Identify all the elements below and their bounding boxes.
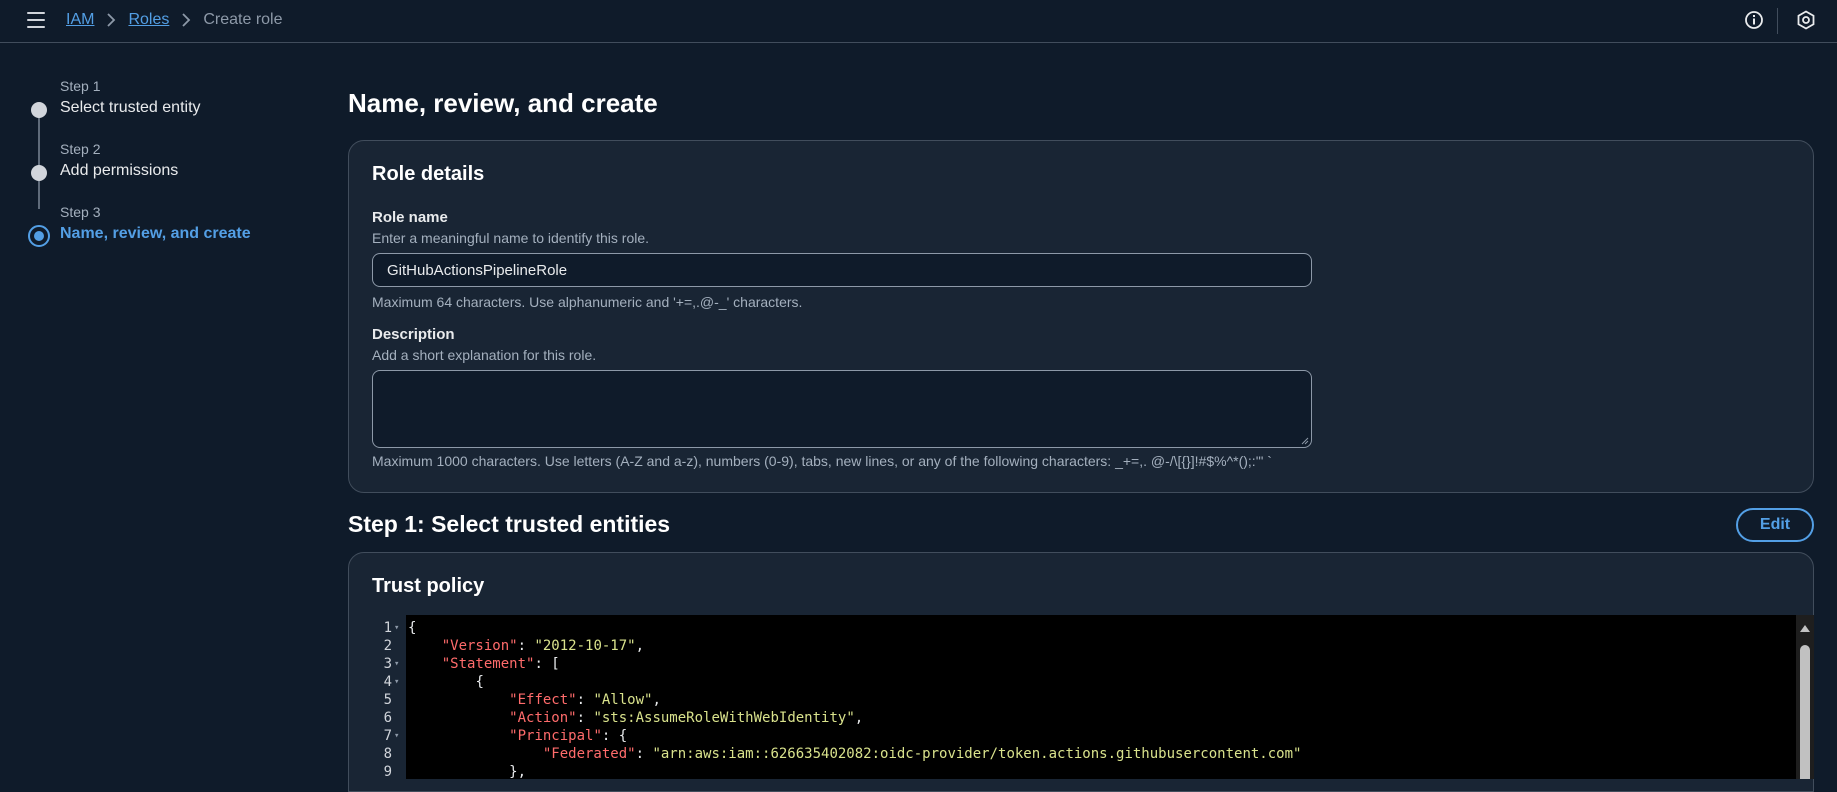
description-help: Add a short explanation for this role. xyxy=(372,347,597,363)
chevron-right-icon xyxy=(181,13,191,27)
page-title: Name, review, and create xyxy=(348,88,658,118)
role-name-input[interactable] xyxy=(372,253,1312,287)
scrollbar-thumb[interactable] xyxy=(1800,645,1810,779)
line-number: 8 xyxy=(383,746,392,762)
description-textarea[interactable] xyxy=(372,370,1312,448)
code-text: "Federated": "arn:aws:iam::626635402082:… xyxy=(542,746,1302,762)
line-number: 1 xyxy=(383,620,392,636)
code-text: "Version": "2012-10-17", xyxy=(441,638,645,654)
description-field-wrapper xyxy=(372,370,1312,448)
step-title: Add permissions xyxy=(60,162,179,179)
role-name-constraint: Maximum 64 characters. Use alphanumeric … xyxy=(372,294,803,310)
step-title: Name, review, and create xyxy=(60,225,251,242)
scroll-up-arrow-icon[interactable] xyxy=(1800,625,1810,632)
trust-policy-panel: Trust policy 1 ▾{2 "Version": "2012-10-17… xyxy=(348,552,1814,792)
step-number: Step 2 xyxy=(60,141,101,157)
fold-arrow-icon[interactable]: ▾ xyxy=(394,727,399,745)
line-number: 2 xyxy=(383,638,392,654)
step-number: Step 1 xyxy=(60,78,101,94)
fold-arrow-icon[interactable]: ▾ xyxy=(394,655,399,673)
info-icon[interactable] xyxy=(1744,10,1764,30)
breadcrumb: IAM Roles Create role xyxy=(66,10,283,30)
code-text: }, xyxy=(509,764,527,779)
code-text: { xyxy=(408,620,417,636)
role-name-label: Role name xyxy=(372,209,448,226)
panel-title: Role details xyxy=(372,163,485,185)
panel-title: Trust policy xyxy=(372,575,485,597)
code-text: "Principal": { xyxy=(509,728,628,744)
step-connector xyxy=(38,111,40,209)
breadcrumb-link-iam[interactable]: IAM xyxy=(66,10,94,30)
divider xyxy=(1777,8,1778,34)
role-details-panel: Role details Role name Enter a meaningfu… xyxy=(348,140,1814,493)
edit-step1-button[interactable]: Edit xyxy=(1736,508,1814,542)
code-text: { xyxy=(475,674,484,690)
line-number: 9 xyxy=(383,764,392,779)
chevron-right-icon xyxy=(106,13,116,27)
resize-grip-icon[interactable] xyxy=(1301,437,1309,445)
line-number: 7 xyxy=(383,728,392,744)
hexagon-settings-icon[interactable] xyxy=(1796,10,1816,30)
role-name-description: Enter a meaningful name to identify this… xyxy=(372,230,650,246)
line-number: 6 xyxy=(383,710,392,726)
fold-arrow-icon[interactable]: ▾ xyxy=(394,673,399,691)
code-text: "Effect": "Allow", xyxy=(509,692,661,708)
hamburger-menu-icon[interactable] xyxy=(27,12,45,28)
trust-policy-editor[interactable]: 1 ▾{2 "Version": "2012-10-17", 3 ▾ "Stateme… xyxy=(350,615,1814,779)
line-number: 5 xyxy=(383,692,392,708)
top-navigation-bar: IAM Roles Create role xyxy=(0,0,1837,43)
breadcrumb-current: Create role xyxy=(203,11,283,28)
step-active-dot xyxy=(28,225,50,247)
description-label: Description xyxy=(372,326,455,343)
step-complete-dot xyxy=(31,102,47,118)
breadcrumb-link-roles[interactable]: Roles xyxy=(128,10,169,30)
code-text: "Action": "sts:AssumeRoleWithWebIdentity… xyxy=(509,710,864,726)
fold-arrow-icon[interactable]: ▾ xyxy=(394,619,399,637)
line-number: 4 xyxy=(383,674,392,690)
description-constraint: Maximum 1000 characters. Use letters (A-… xyxy=(372,453,1272,469)
step-complete-dot xyxy=(31,165,47,181)
step-number: Step 3 xyxy=(60,204,101,220)
step1-section-title: Step 1: Select trusted entities xyxy=(348,511,671,537)
code-text: "Statement": [ xyxy=(441,656,560,672)
line-number: 3 xyxy=(383,656,392,672)
step-title: Select trusted entity xyxy=(60,99,201,116)
scrollbar[interactable] xyxy=(1796,615,1814,779)
